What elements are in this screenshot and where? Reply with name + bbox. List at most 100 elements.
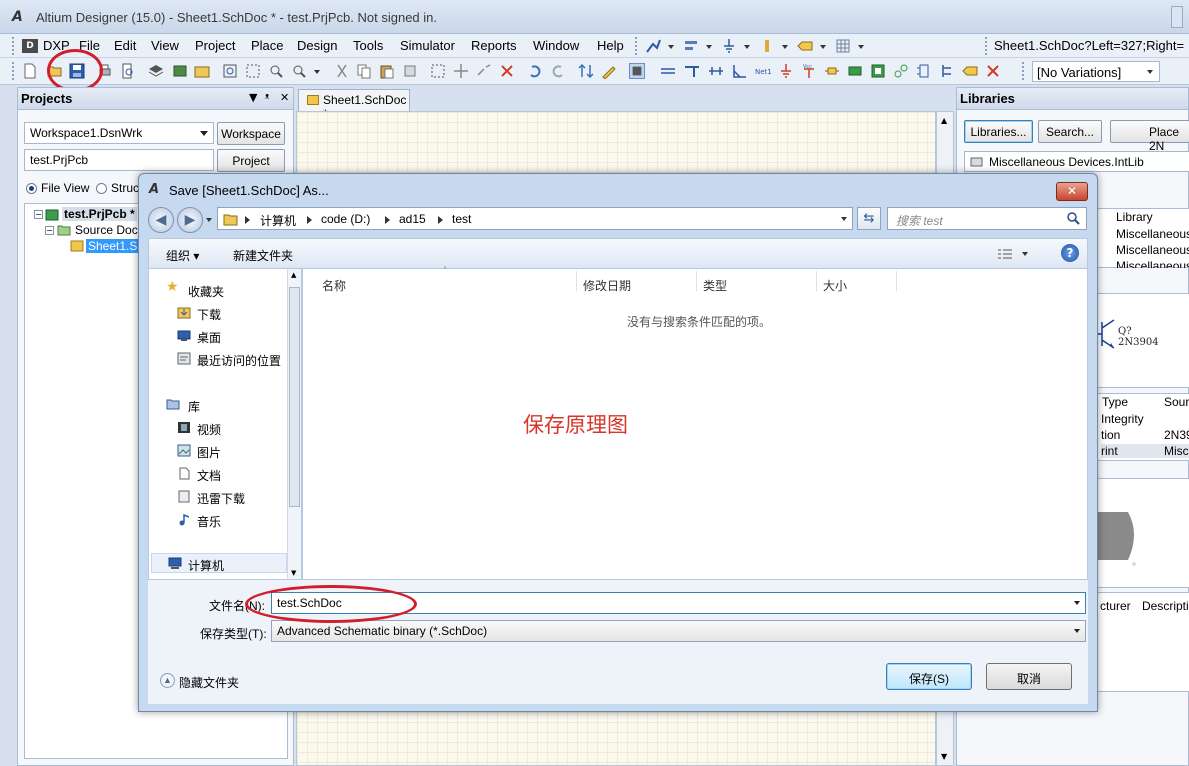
menu-window[interactable]: Window — [533, 38, 579, 53]
chevron-down-icon[interactable] — [782, 45, 788, 49]
pin-icon[interactable]: ᵜ — [265, 91, 269, 104]
window-control-button[interactable] — [1171, 6, 1183, 28]
list-item[interactable]: Miscellaneous — [1116, 243, 1189, 257]
sheet-entry-icon[interactable] — [870, 63, 886, 79]
workspace-select[interactable]: Workspace1.DsnWrk — [24, 122, 214, 144]
board-icon[interactable] — [172, 63, 188, 79]
hierarchy-icon[interactable] — [578, 63, 594, 79]
close-icon[interactable]: ✕ — [280, 91, 289, 104]
chevron-down-icon[interactable] — [314, 70, 320, 74]
place-part-icon[interactable] — [824, 63, 840, 79]
grid-icon[interactable] — [835, 38, 851, 54]
nav-xunlei[interactable]: 迅雷下载 — [197, 490, 245, 507]
folder-icon[interactable] — [194, 63, 210, 79]
vcc-power-port-icon[interactable]: Vcc — [801, 63, 817, 79]
device-sheet-icon[interactable] — [893, 63, 909, 79]
print-icon[interactable] — [97, 63, 113, 79]
clear-filter-icon[interactable] — [499, 63, 515, 79]
sheet-symbol-icon[interactable] — [847, 63, 863, 79]
nav-pane-scrollbar[interactable]: ▲ ▼ — [287, 269, 301, 579]
panel-menu-icon[interactable]: ▼ — [249, 91, 257, 104]
breadcrumb-arrow-icon[interactable] — [438, 216, 443, 224]
project-field[interactable]: test.PrjPcb — [24, 149, 214, 171]
nav-desktop[interactable]: 桌面 — [197, 329, 221, 346]
filetype-select[interactable]: Advanced Schematic binary (*.SchDoc) — [271, 620, 1086, 642]
chevron-down-icon[interactable] — [206, 218, 212, 222]
col-size[interactable]: 大小 — [823, 277, 847, 294]
chevron-down-icon[interactable] — [841, 217, 847, 221]
breadcrumb-arrow-icon[interactable] — [385, 216, 390, 224]
save-button[interactable]: 保存(S) — [886, 663, 972, 690]
nav-videos[interactable]: 视频 — [197, 421, 221, 438]
project-button[interactable]: Project — [217, 149, 285, 172]
bus-icon[interactable] — [684, 63, 700, 79]
nav-favorites[interactable]: 收藏夹 — [188, 283, 224, 300]
no-erc-icon[interactable] — [985, 63, 1001, 79]
model-row[interactable]: Integrity — [1101, 412, 1144, 426]
harness-connector-icon[interactable] — [916, 63, 932, 79]
column-divider[interactable] — [576, 271, 577, 291]
layers-icon[interactable] — [148, 63, 164, 79]
save-icon[interactable] — [69, 63, 85, 79]
organize-menu[interactable]: 组织 ▾ — [166, 247, 199, 264]
back-button[interactable]: ◀ — [148, 207, 174, 233]
chevron-down-icon[interactable] — [820, 45, 826, 49]
zoom-selected-icon[interactable] — [268, 63, 284, 79]
refresh-button[interactable]: ⇆ — [857, 207, 881, 230]
zoom-area-icon[interactable] — [245, 63, 261, 79]
scroll-down-icon[interactable]: ▼ — [941, 752, 947, 761]
cut-icon[interactable] — [334, 63, 350, 79]
menu-view[interactable]: View — [151, 38, 179, 53]
breadcrumb-computer[interactable]: 计算机 — [260, 212, 296, 229]
align-icon[interactable] — [683, 38, 699, 54]
breadcrumb-ad15[interactable]: ad15 — [399, 212, 426, 226]
menu-reports[interactable]: Reports — [471, 38, 517, 53]
scroll-down-icon[interactable]: ▼ — [291, 569, 296, 577]
menu-place[interactable]: Place — [251, 38, 284, 53]
new-folder-button[interactable]: 新建文件夹 — [233, 247, 293, 264]
cancel-button[interactable]: 取消 — [986, 663, 1072, 690]
toolbar-grip[interactable] — [635, 37, 638, 55]
chevron-down-icon[interactable] — [858, 45, 864, 49]
model-row[interactable]: tion — [1101, 428, 1120, 442]
breadcrumb-test[interactable]: test — [452, 212, 471, 226]
menu-file[interactable]: File — [79, 38, 100, 53]
menu-edit[interactable]: Edit — [114, 38, 136, 53]
help-icon[interactable]: ? — [1061, 244, 1079, 262]
paste-icon[interactable] — [379, 63, 395, 79]
address-bar[interactable]: 计算机 code (D:) ad15 test — [217, 207, 853, 230]
column-divider[interactable] — [816, 271, 817, 291]
zoom-fit-icon[interactable] — [222, 63, 238, 79]
harness-entry-icon[interactable] — [939, 63, 955, 79]
menu-simulator[interactable]: Simulator — [400, 38, 455, 53]
list-item[interactable]: Miscellaneous — [1116, 259, 1189, 268]
ground-icon[interactable] — [721, 38, 737, 54]
nav-recent[interactable]: 最近访问的位置 — [197, 352, 281, 369]
collapse-icon[interactable]: − — [45, 226, 54, 235]
probe-icon[interactable] — [645, 38, 661, 54]
view-options-icon[interactable] — [997, 248, 1013, 260]
breadcrumb-drive[interactable]: code (D:) — [321, 212, 370, 226]
breadcrumb-arrow-icon[interactable] — [307, 216, 312, 224]
toolbar-grip[interactable] — [12, 37, 15, 55]
column-divider[interactable] — [696, 271, 697, 291]
forward-button[interactable]: ▶ — [177, 207, 203, 233]
collapse-icon[interactable]: − — [34, 210, 43, 219]
col-date[interactable]: 修改日期 — [583, 277, 631, 294]
component-icon[interactable] — [759, 38, 775, 54]
structure-view-radio[interactable] — [96, 183, 107, 194]
menu-project[interactable]: Project — [195, 38, 235, 53]
bus-entry-icon[interactable] — [732, 63, 748, 79]
new-document-icon[interactable] — [22, 63, 38, 79]
col-name[interactable]: 名称 — [322, 277, 346, 294]
nav-pictures[interactable]: 图片 — [197, 444, 221, 461]
zoom-icon[interactable] — [291, 63, 307, 79]
scroll-up-icon[interactable]: ▲ — [291, 271, 296, 279]
variations-select[interactable]: [No Variations] — [1032, 61, 1160, 82]
col-type[interactable]: 类型 — [703, 277, 727, 294]
port-icon[interactable] — [797, 38, 813, 54]
wire-icon[interactable] — [660, 63, 676, 79]
tree-project-item[interactable]: test.PrjPcb * — [62, 207, 137, 221]
rubber-stamp-icon[interactable] — [402, 63, 418, 79]
open-folder-icon[interactable] — [47, 63, 63, 79]
